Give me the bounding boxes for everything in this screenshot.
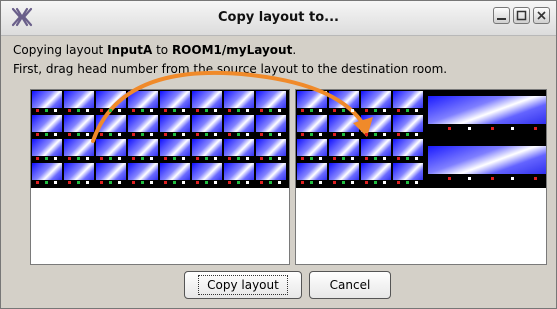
- monitor-head-tile[interactable]: [393, 163, 423, 185]
- monitor-head-tile[interactable]: [256, 91, 286, 113]
- monitor-head-tile[interactable]: [64, 91, 94, 113]
- window-title: Copy layout to...: [218, 10, 339, 25]
- monitor-head-tile[interactable]: [128, 115, 158, 137]
- monitor-head-tile[interactable]: [96, 139, 126, 161]
- monitor-head-tile[interactable]: [160, 91, 190, 113]
- destination-name: ROOM1/myLayout: [171, 43, 293, 57]
- monitor-head-tile[interactable]: [192, 115, 222, 137]
- monitor-head-tile[interactable]: [32, 163, 62, 185]
- monitor-head-tile[interactable]: [64, 139, 94, 161]
- monitor-head-tile[interactable]: [393, 115, 423, 137]
- destination-room-panel[interactable]: [295, 89, 547, 265]
- monitor-head-tile[interactable]: [64, 163, 94, 185]
- copy-info-text: Copying layout InputA to ROOM1/myLayout.: [13, 43, 297, 57]
- monitor-head-tile[interactable]: [256, 115, 286, 137]
- copy-layout-dialog: Copy layout to... Copying layout InputA …: [0, 0, 557, 309]
- monitor-head-tile[interactable]: [361, 115, 391, 137]
- destination-heads-grid[interactable]: [296, 90, 546, 188]
- monitor-head-tile[interactable]: [256, 139, 286, 161]
- monitor-head-tile[interactable]: [160, 115, 190, 137]
- source-layout-name: InputA: [107, 43, 153, 57]
- minimize-icon: [497, 18, 506, 20]
- maximize-button[interactable]: [513, 7, 530, 24]
- monitor-head-tile[interactable]: [329, 163, 359, 185]
- monitor-head-tile[interactable]: [32, 115, 62, 137]
- instruction-text: First, drag head number from the source …: [13, 62, 448, 76]
- monitor-head-tile[interactable]: [329, 91, 359, 113]
- close-button[interactable]: [533, 7, 550, 24]
- monitor-head-tile[interactable]: [297, 139, 327, 161]
- monitor-head-tile[interactable]: [224, 139, 254, 161]
- monitor-head-tile[interactable]: [96, 115, 126, 137]
- monitor-head-tile[interactable]: [361, 163, 391, 185]
- monitor-head-tile[interactable]: [224, 163, 254, 185]
- monitor-head-tile[interactable]: [297, 115, 327, 137]
- monitor-head-tile[interactable]: [361, 139, 391, 161]
- monitor-head-tile[interactable]: [160, 139, 190, 161]
- monitor-head-tile[interactable]: [393, 91, 423, 113]
- monitor-head-tile[interactable]: [297, 91, 327, 113]
- large-monitor-head-tile[interactable]: [428, 146, 546, 182]
- monitor-head-tile[interactable]: [96, 91, 126, 113]
- monitor-head-tile[interactable]: [32, 91, 62, 113]
- monitor-head-tile[interactable]: [361, 91, 391, 113]
- monitor-head-tile[interactable]: [64, 115, 94, 137]
- monitor-head-tile[interactable]: [256, 163, 286, 185]
- monitor-head-tile[interactable]: [329, 139, 359, 161]
- monitor-head-tile[interactable]: [192, 163, 222, 185]
- monitor-head-tile[interactable]: [160, 163, 190, 185]
- maximize-icon: [516, 10, 527, 21]
- monitor-head-tile[interactable]: [192, 91, 222, 113]
- source-layout-panel[interactable]: [30, 89, 290, 265]
- monitor-head-tile[interactable]: [32, 139, 62, 161]
- monitor-head-tile[interactable]: [96, 163, 126, 185]
- monitor-head-tile[interactable]: [128, 163, 158, 185]
- monitor-head-tile[interactable]: [329, 115, 359, 137]
- large-monitor-head-tile[interactable]: [428, 96, 546, 132]
- cancel-button[interactable]: Cancel: [309, 271, 391, 299]
- source-heads-grid[interactable]: [31, 90, 289, 188]
- monitor-head-tile[interactable]: [224, 115, 254, 137]
- monitor-head-tile[interactable]: [297, 163, 327, 185]
- close-icon: [537, 11, 546, 20]
- copy-layout-button[interactable]: Copy layout: [184, 271, 302, 299]
- monitor-head-tile[interactable]: [224, 91, 254, 113]
- monitor-head-tile[interactable]: [128, 139, 158, 161]
- monitor-head-tile[interactable]: [128, 91, 158, 113]
- minimize-button[interactable]: [493, 7, 510, 24]
- title-bar[interactable]: Copy layout to...: [1, 1, 556, 36]
- monitor-head-tile[interactable]: [393, 139, 423, 161]
- monitor-head-tile[interactable]: [192, 139, 222, 161]
